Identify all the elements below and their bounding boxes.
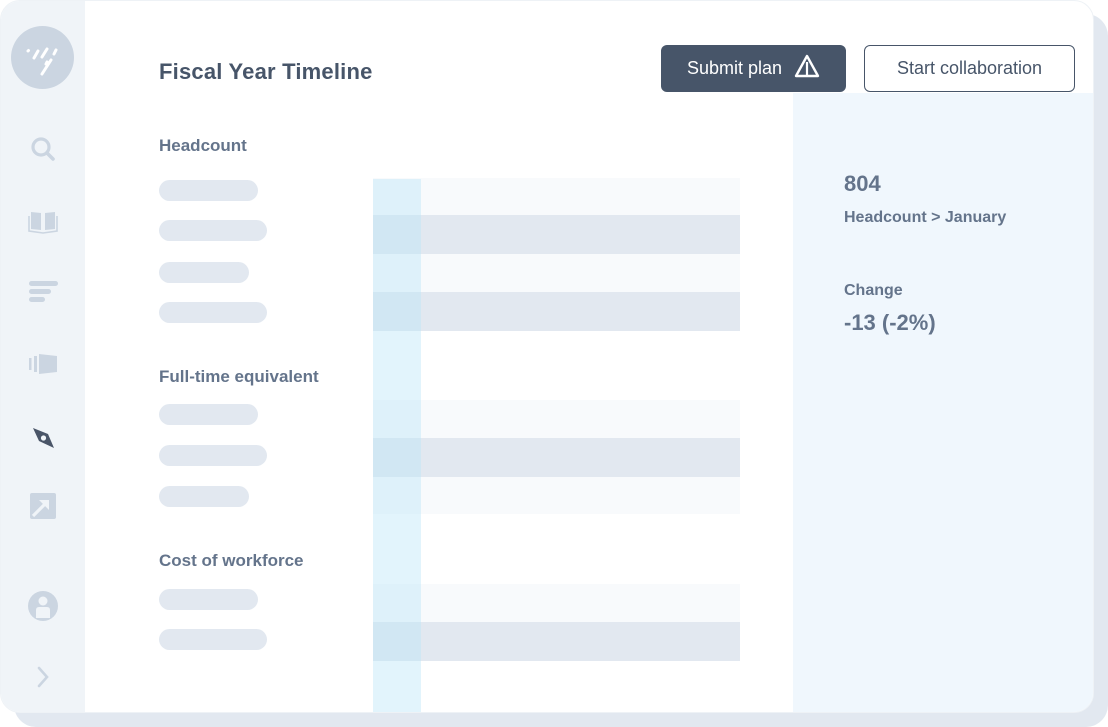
sidebar-item-search[interactable] <box>25 133 61 169</box>
timeline-row[interactable] <box>373 400 740 438</box>
sidebar <box>1 1 85 712</box>
user-icon <box>27 590 59 627</box>
page-title: Fiscal Year Timeline <box>159 59 373 84</box>
expand-sidebar-button[interactable] <box>25 661 61 697</box>
section-label-fte: Full-time equivalent <box>159 367 319 386</box>
warning-triangle-icon <box>794 54 820 83</box>
timeline-row[interactable] <box>373 254 740 292</box>
row-label-placeholder <box>159 486 249 507</box>
timeline-row[interactable] <box>373 584 740 622</box>
change-label: Change <box>844 282 903 299</box>
row-label-placeholder <box>159 302 267 323</box>
selected-month-column[interactable] <box>373 179 421 712</box>
timeline-row[interactable] <box>373 292 740 331</box>
row-label-placeholder <box>159 404 258 425</box>
start-collaboration-button[interactable]: Start collaboration <box>864 45 1075 92</box>
sidebar-item-export[interactable] <box>25 490 61 526</box>
book-icon <box>28 208 58 239</box>
section-label-headcount: Headcount <box>159 136 247 155</box>
submit-plan-button[interactable]: Submit plan <box>661 45 846 92</box>
sidebar-item-reports[interactable] <box>25 275 61 311</box>
row-label-placeholder <box>159 445 267 466</box>
sidebar-item-scenarios[interactable] <box>25 348 61 384</box>
metric-breadcrumb: Headcount > January <box>844 209 1007 226</box>
row-label-placeholder <box>159 629 267 650</box>
sidebar-item-library[interactable] <box>25 205 61 241</box>
metric-value: 804 <box>844 171 881 196</box>
details-panel <box>793 93 1093 712</box>
compass-icon <box>29 423 57 456</box>
list-icon <box>28 278 58 309</box>
panels-icon <box>28 352 58 381</box>
row-label-placeholder <box>159 262 249 283</box>
row-label-placeholder <box>159 589 258 610</box>
timeline-row[interactable] <box>373 438 740 477</box>
profile-button[interactable] <box>25 590 61 626</box>
app-window: 804 Headcount > January Change -13 (-2%)… <box>0 0 1094 713</box>
section-label-cost: Cost of workforce <box>159 551 304 570</box>
chevron-right-icon <box>33 665 53 694</box>
external-arrow-icon <box>29 492 57 525</box>
timeline-row[interactable] <box>373 178 740 216</box>
change-value: -13 (-2%) <box>844 310 936 335</box>
timeline-row[interactable] <box>373 477 740 514</box>
brand-logo[interactable] <box>11 26 74 89</box>
timeline-row[interactable] <box>373 622 740 661</box>
sidebar-item-explore[interactable] <box>25 421 61 457</box>
row-label-placeholder <box>159 180 258 201</box>
submit-plan-label: Submit plan <box>686 58 783 78</box>
timeline-row[interactable] <box>373 215 740 254</box>
search-icon <box>29 135 57 168</box>
row-label-placeholder <box>159 220 267 241</box>
